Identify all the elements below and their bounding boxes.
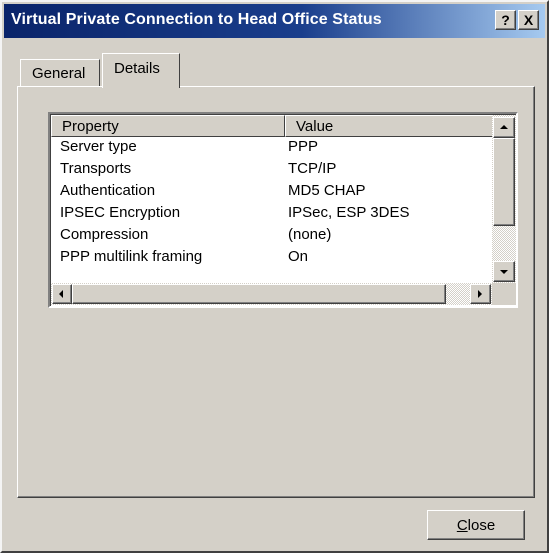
arrow-right-icon — [478, 290, 482, 298]
scrollbar-corner — [492, 283, 516, 305]
list-item[interactable]: Compression (none) — [51, 225, 491, 247]
column-header-value[interactable]: Value — [285, 115, 516, 137]
property-cell: Authentication — [60, 182, 156, 199]
list-item[interactable]: Authentication MD5 CHAP — [51, 181, 491, 203]
scroll-right-button[interactable] — [470, 284, 491, 304]
value-cell: On — [288, 248, 309, 265]
list-item[interactable]: Transports TCP/IP — [51, 159, 491, 181]
tab-details-label: Details — [114, 60, 160, 77]
column-header-property[interactable]: Property — [51, 115, 285, 137]
value-cell: PPP — [288, 138, 319, 155]
list-item[interactable]: PPP multilink framing On — [51, 247, 491, 269]
tab-general[interactable]: General — [20, 59, 100, 86]
arrow-left-icon — [59, 290, 63, 298]
property-cell: Server type — [60, 138, 137, 155]
arrow-down-icon — [500, 270, 508, 274]
vertical-scroll-thumb[interactable] — [493, 138, 515, 226]
property-cell: Transports — [60, 160, 132, 177]
window-close-button[interactable]: X — [518, 10, 539, 30]
property-cell: PPP multilink framing — [60, 248, 203, 265]
horizontal-scroll-thumb[interactable] — [72, 284, 446, 304]
close-button-label: Close — [456, 516, 496, 534]
tab-general-label: General — [32, 65, 86, 82]
column-header-property-label: Property — [62, 118, 119, 135]
value-cell: TCP/IP — [288, 160, 337, 177]
details-listview[interactable]: Property Value Server type PPP Transport… — [48, 112, 518, 308]
value-cell: MD5 CHAP — [288, 182, 366, 199]
scroll-left-button[interactable] — [52, 284, 72, 304]
title-bar[interactable]: Virtual Private Connection to Head Offic… — [4, 4, 545, 38]
close-button[interactable]: Close — [427, 510, 525, 540]
property-cell: IPSEC Encryption — [60, 204, 181, 221]
status-dialog: Virtual Private Connection to Head Offic… — [0, 0, 549, 553]
window-title: Virtual Private Connection to Head Offic… — [11, 11, 382, 28]
tab-details[interactable]: Details — [102, 53, 180, 88]
help-icon: ? — [501, 12, 510, 28]
column-header-value-label: Value — [296, 118, 334, 135]
value-cell: IPSec, ESP 3DES — [288, 204, 410, 221]
list-item[interactable]: IPSEC Encryption IPSec, ESP 3DES — [51, 203, 491, 225]
value-cell: (none) — [288, 226, 332, 243]
property-cell: Compression — [60, 226, 149, 243]
scroll-up-button[interactable] — [493, 117, 515, 138]
close-icon: X — [523, 12, 534, 28]
arrow-up-icon — [500, 125, 508, 129]
list-item[interactable]: Server type PPP — [51, 137, 491, 159]
help-button[interactable]: ? — [495, 10, 516, 30]
scroll-down-button[interactable] — [493, 261, 515, 282]
